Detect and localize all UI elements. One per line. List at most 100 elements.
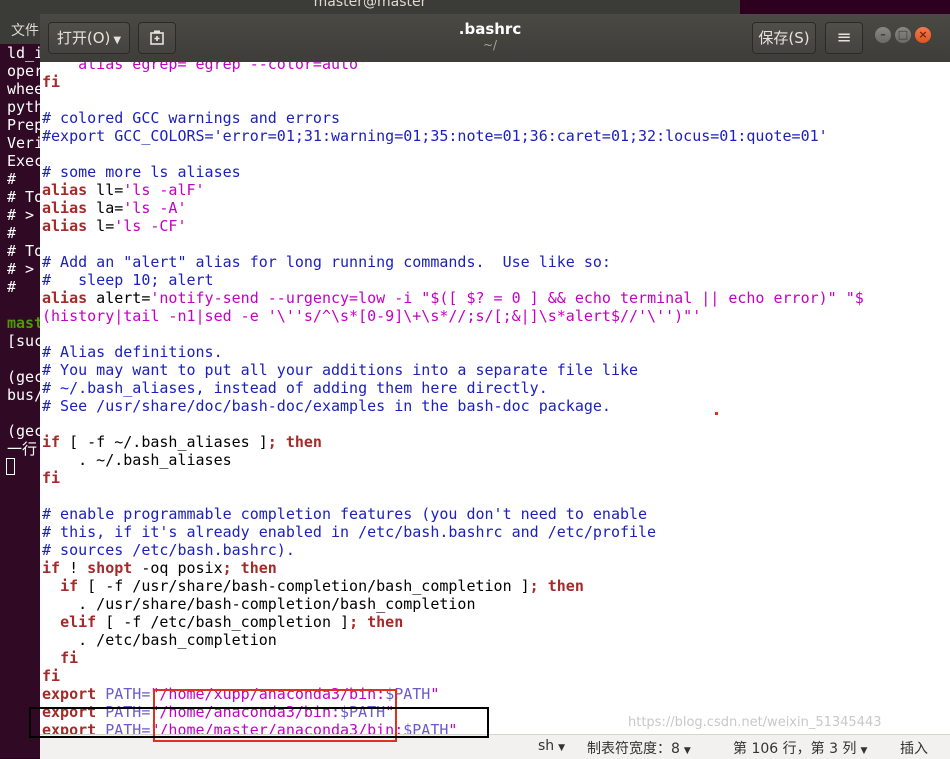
window-title: .bashrc [458, 20, 522, 38]
code-token: alert= [87, 289, 151, 307]
code-token: # sources /etc/bash.bashrc). [42, 541, 295, 559]
code-token: #export GCC_COLORS='error=01;31:warning=… [42, 127, 828, 145]
code-token: " [430, 685, 440, 703]
code-token: alias [42, 217, 88, 235]
code-line: if [ -f /usr/share/bash-completion/bash_… [42, 577, 864, 595]
terminal-line: mast [7, 314, 40, 332]
window-subtitle: ~/ [482, 38, 498, 52]
code-token: [ -f ~/.bash_aliases ] [60, 433, 268, 451]
new-document-button[interactable] [138, 22, 176, 54]
hamburger-menu-button[interactable]: ≡ [825, 22, 863, 54]
tab-width-label: 制表符宽度：8 [587, 741, 680, 757]
terminal-line: oper [7, 62, 40, 80]
terminal-line: Veri [7, 134, 40, 152]
terminal-menubar[interactable]: 文件 [0, 14, 40, 44]
code-token: . ~/.bash_aliases [42, 451, 232, 469]
cursor-position-label: 第 106 行，第 3 列 [733, 741, 857, 757]
code-line: # See /usr/share/doc/bash-doc/examples i… [42, 397, 864, 415]
code-token: if [60, 577, 79, 595]
annotation-black-box [29, 707, 489, 738]
code-line: alias ll='ls -alF' [42, 181, 864, 199]
code-line: #export GCC_COLORS='error=01;31:warning=… [42, 127, 864, 145]
code-line: fi [42, 73, 864, 91]
code-line: . /usr/share/bash-completion/bash_comple… [42, 595, 864, 613]
code-line: # Add an "alert" alias for long running … [42, 253, 864, 271]
code-token: 'notify-send --urgency=low -i "$([ $? = … [150, 289, 864, 307]
code-line: elif [ -f /etc/bash_completion ]; then [42, 613, 864, 631]
code-token: alias [42, 289, 88, 307]
tab-width-selector[interactable]: 制表符宽度：8 ▼ [587, 738, 691, 758]
terminal-line: [suc [7, 332, 40, 350]
code-token: ; then [529, 577, 584, 595]
code-token: fi [60, 649, 79, 667]
code-token: # enable programmable completion feature… [42, 505, 648, 523]
terminal-titlebar: master@master [0, 0, 740, 14]
terminal-line: # To [7, 188, 40, 206]
terminal-line: # [7, 170, 17, 188]
terminal-cursor [6, 458, 15, 475]
code-line: # Alias definitions. [42, 343, 864, 361]
code-token: # this, if it's already enabled in /etc/… [42, 523, 657, 541]
code-line: fi [42, 649, 864, 667]
chevron-down-icon: ▼ [558, 743, 566, 753]
terminal-line: whee [7, 80, 40, 98]
watermark: https://blog.csdn.net/weixin_51345443 [628, 715, 882, 730]
open-button[interactable]: 打开(O) ▼ [48, 22, 130, 54]
code-token: # some more ls aliases [42, 163, 241, 181]
code-line: # ~/.bash_aliases, instead of adding the… [42, 379, 864, 397]
code-token: ; then [267, 433, 322, 451]
gedit-window: 打开(O) ▼ .bashrc ~/ 保存(S) ≡ – □ × alias eg… [40, 14, 950, 759]
terminal-line: # > [7, 260, 35, 278]
code-token: export [42, 685, 97, 703]
code-line: if [ -f ~/.bash_aliases ]; then [42, 433, 864, 451]
code-line: alias l='ls -CF' [42, 217, 864, 235]
terminal-line: # To [7, 242, 40, 260]
terminal-menu-file[interactable]: 文件 [11, 20, 39, 40]
code-line: fi [42, 469, 864, 487]
insert-mode-label: 插入 [900, 741, 928, 757]
text-editor[interactable]: alias egrep='egrep --color=auto'fi​# col… [40, 62, 950, 734]
new-document-icon [150, 30, 164, 45]
code-line: # this, if it's already enabled in /etc/… [42, 523, 864, 541]
maximize-icon[interactable]: □ [895, 27, 911, 43]
code-token: fi [42, 469, 61, 487]
code-line: (history|tail -n1|sed -e '\''s/^\s*[0-9]… [42, 307, 864, 325]
code-token: alias egrep='egrep --color=auto' [42, 62, 368, 73]
terminal-line: bus/ [7, 386, 40, 404]
code-token: # colored GCC warnings and errors [42, 109, 341, 127]
code-line: alias alert='notify-send --urgency=low -… [42, 289, 864, 307]
code-token: # See /usr/share/doc/bash-doc/examples i… [42, 397, 611, 415]
code-line: alias egrep='egrep --color=auto' [42, 62, 864, 73]
code-token: # Add an "alert" alias for long running … [42, 253, 611, 271]
terminal-body[interactable]: ld_i oper whee pyth Prep Veri Exec # # To # > # # T… [0, 44, 40, 758]
code-token: 'ls -A' [123, 199, 187, 217]
code-token: [ -f /usr/share/bash-completion/bash_com… [78, 577, 530, 595]
save-button[interactable]: 保存(S) [752, 22, 816, 54]
code-token: # sleep 10; alert [42, 271, 214, 289]
code-token: ; then [349, 613, 404, 631]
code-token: fi [42, 667, 61, 685]
code-line: ​ [42, 235, 864, 253]
code-token: -oq posix [132, 559, 223, 577]
code-token: # You may want to put all your additions… [42, 361, 639, 379]
cursor-position-selector[interactable]: 第 106 行，第 3 列 ▼ [733, 738, 867, 758]
code-token: # ~/.bash_aliases, instead of adding the… [42, 379, 548, 397]
code-line: # You may want to put all your additions… [42, 361, 864, 379]
hamburger-menu-icon: ≡ [836, 27, 852, 48]
code-token: elif [60, 613, 97, 631]
code-content[interactable]: alias egrep='egrep --color=auto'fi​# col… [42, 62, 864, 734]
terminal-line: (gec [7, 422, 40, 440]
code-line: if ! shopt -oq posix; then [42, 559, 864, 577]
code-line: # sources /etc/bash.bashrc). [42, 541, 864, 559]
minimize-icon[interactable]: – [875, 27, 891, 43]
close-icon[interactable]: × [915, 27, 931, 43]
code-line: alias la='ls -A' [42, 199, 864, 217]
code-token: . /usr/share/bash-completion/bash_comple… [42, 595, 476, 613]
language-selector[interactable]: sh ▼ [538, 738, 565, 754]
code-line: ​ [42, 325, 864, 343]
chevron-down-icon: ▼ [860, 746, 868, 756]
code-token: 'ls -alF' [123, 181, 205, 199]
